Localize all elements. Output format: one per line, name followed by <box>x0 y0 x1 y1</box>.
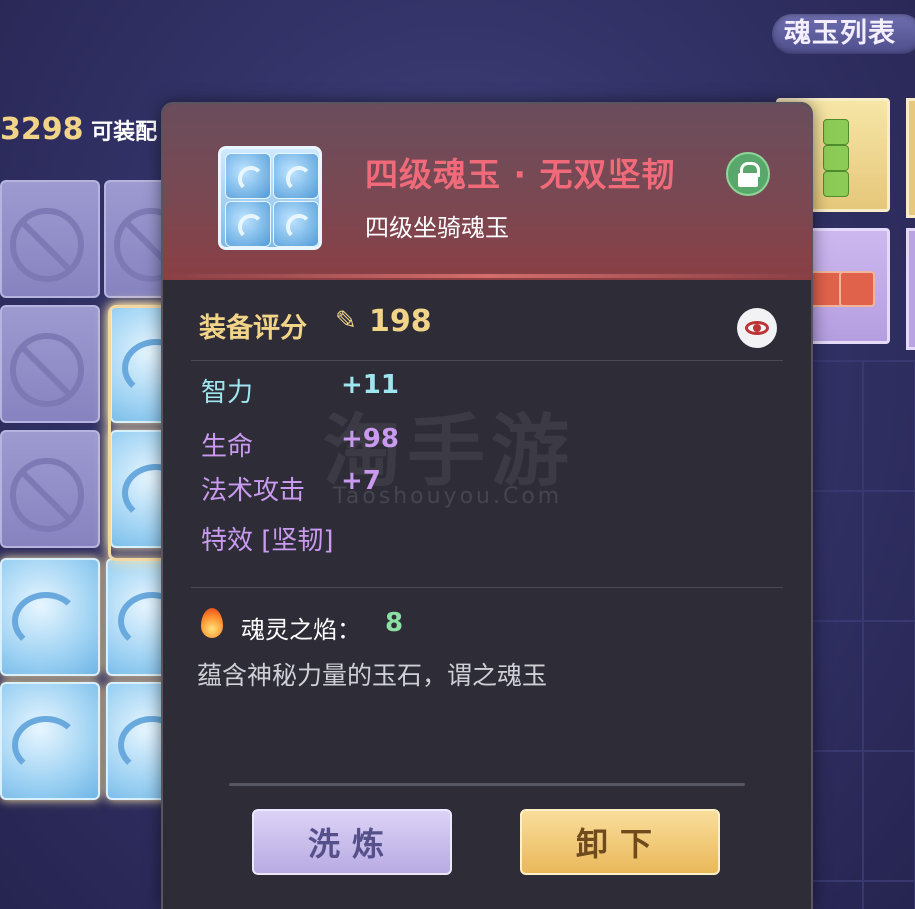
cloud-jade-icon <box>273 201 319 247</box>
item-name: 四级魂玉 · 无双坚韧 <box>365 155 676 194</box>
cloud-jade-icon <box>225 153 271 199</box>
header-divider <box>163 274 811 278</box>
soul-flame-label: 魂灵之焰： <box>241 616 361 644</box>
locked-slot[interactable] <box>0 180 100 298</box>
stat-label: 生命 <box>201 432 254 462</box>
jade-slot[interactable] <box>0 682 100 800</box>
jade-list-slot-gold[interactable] <box>906 98 915 218</box>
stat-value: +98 <box>341 424 399 454</box>
flame-icon <box>201 608 223 638</box>
lock-open-icon[interactable] <box>726 152 770 196</box>
stat-value: +11 <box>341 370 399 400</box>
cloud-jade-icon <box>12 716 80 774</box>
unload-button[interactable]: 卸下 <box>520 809 720 875</box>
ban-icon <box>10 208 84 282</box>
stat-value: +7 <box>341 466 381 496</box>
score-label: 装备评分 <box>199 313 307 344</box>
score-value: 198 <box>369 304 432 339</box>
divider <box>191 587 783 588</box>
locked-slot[interactable] <box>0 430 100 548</box>
jade-list-grid <box>810 360 915 909</box>
divider <box>191 360 783 361</box>
equip-score-value: 3298 <box>0 112 84 147</box>
soul-jade-list-tab[interactable]: 魂玉列表 <box>772 14 915 54</box>
mini-jade-icon <box>823 171 849 197</box>
equip-score-row: 3298 可装配 <box>0 112 157 152</box>
cloud-jade-icon <box>225 201 271 247</box>
mini-jade-icon <box>823 145 849 171</box>
wash-button[interactable]: 洗炼 <box>252 809 452 875</box>
stat-label: 法术攻击 <box>201 476 306 506</box>
mini-jade-icon <box>807 271 843 307</box>
soul-flame-value: 8 <box>385 608 404 638</box>
eye-icon[interactable] <box>737 308 777 348</box>
item-tooltip: 四级魂玉 · 无双坚韧 四级坐骑魂玉 装备评分 ✎ 198 淘手游 Taosho… <box>163 104 811 909</box>
locked-slot[interactable] <box>0 305 100 423</box>
item-icon <box>218 146 322 250</box>
cloud-jade-icon <box>273 153 319 199</box>
scroll-track <box>229 783 745 786</box>
stat-special: 特效 [坚韧] <box>201 526 334 556</box>
jade-slot[interactable] <box>0 558 100 676</box>
cloud-jade-icon <box>12 592 80 650</box>
quill-icon: ✎ <box>335 306 357 336</box>
item-subtitle: 四级坐骑魂玉 <box>365 214 509 242</box>
ban-icon <box>10 458 84 532</box>
equip-score-suffix: 可装配 <box>91 120 158 145</box>
jade-list-slot-purple[interactable] <box>906 228 915 350</box>
item-description: 蕴含神秘力量的玉石，谓之魂玉 <box>197 661 548 690</box>
mini-jade-icon <box>823 119 849 145</box>
mini-jade-icon <box>839 271 875 307</box>
stat-label: 智力 <box>201 378 254 408</box>
ban-icon <box>10 333 84 407</box>
selected-frame <box>108 305 171 561</box>
